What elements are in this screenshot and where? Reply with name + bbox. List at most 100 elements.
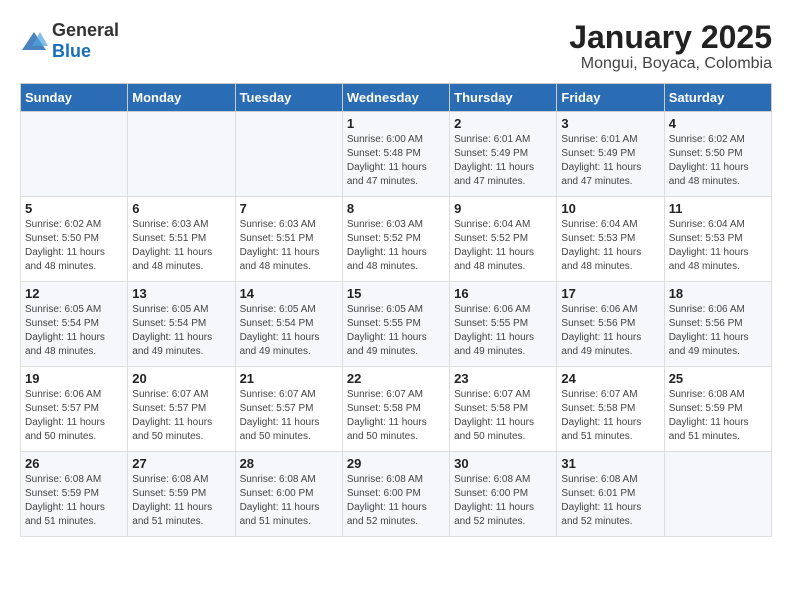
day-info: Sunrise: 6:06 AM Sunset: 5:56 PM Dayligh… [561, 303, 659, 359]
day-number: 26 [25, 456, 123, 471]
day-info: Sunrise: 6:08 AM Sunset: 6:00 PM Dayligh… [347, 473, 445, 529]
title-block: January 2025 Mongui, Boyaca, Colombia [569, 20, 772, 73]
calendar-day-25: 25Sunrise: 6:08 AM Sunset: 5:59 PM Dayli… [664, 367, 771, 452]
calendar-title: January 2025 [569, 20, 772, 55]
calendar-day-28: 28 Sunrise: 6:08 AM Sunset: 6:00 PM Dayli… [235, 452, 342, 537]
day-number: 4 [669, 116, 767, 131]
calendar-week-row: 19 Sunrise: 6:06 AM Sunset: 5:57 PM Dayli… [21, 367, 772, 452]
day-info: Sunrise: 6:05 AM Sunset: 5:54 PM Dayligh… [240, 303, 338, 359]
calendar-day-18: 18 Sunrise: 6:06 AM Sunset: 5:56 PM Dayli… [664, 282, 771, 367]
calendar-day-3: 3 Sunrise: 6:01 AM Sunset: 5:49 PM Daylig… [557, 112, 664, 197]
day-info: Sunrise: 6:06 AM Sunset: 5:55 PM Dayligh… [454, 303, 552, 359]
day-number: 9 [454, 201, 552, 216]
day-info: Sunrise: 6:07 AM Sunset: 5:58 PM Dayligh… [454, 388, 552, 444]
day-number: 29 [347, 456, 445, 471]
calendar-day-12: 12 Sunrise: 6:05 AM Sunset: 5:54 PM Dayli… [21, 282, 128, 367]
calendar-day-14: 14 Sunrise: 6:05 AM Sunset: 5:54 PM Dayli… [235, 282, 342, 367]
day-number: 24 [561, 371, 659, 386]
calendar-empty-cell [235, 112, 342, 197]
day-number: 7 [240, 201, 338, 216]
day-number: 3 [561, 116, 659, 131]
day-info: Sunrise: 6:05 AM Sunset: 5:55 PM Dayligh… [347, 303, 445, 359]
logo-text: General Blue [52, 20, 119, 62]
day-number: 28 [240, 456, 338, 471]
day-info: Sunrise: 6:02 AM Sunset: 5:50 PM Dayligh… [25, 218, 123, 274]
day-number: 25 [669, 371, 767, 386]
header-tuesday: Tuesday [235, 84, 342, 112]
calendar-day-7: 7 Sunrise: 6:03 AM Sunset: 5:51 PM Daylig… [235, 197, 342, 282]
header-thursday: Thursday [450, 84, 557, 112]
day-number: 1 [347, 116, 445, 131]
calendar-day-30: 30 Sunrise: 6:08 AM Sunset: 6:00 PM Dayli… [450, 452, 557, 537]
day-number: 15 [347, 286, 445, 301]
calendar-empty-cell [21, 112, 128, 197]
calendar-day-31: 31 Sunrise: 6:08 AM Sunset: 6:01 PM Dayli… [557, 452, 664, 537]
calendar-day-6: 6 Sunrise: 6:03 AM Sunset: 5:51 PM Daylig… [128, 197, 235, 282]
day-info: Sunrise: 6:07 AM Sunset: 5:58 PM Dayligh… [561, 388, 659, 444]
day-info: Sunrise: 6:03 AM Sunset: 5:51 PM Dayligh… [240, 218, 338, 274]
day-info: Sunrise: 6:03 AM Sunset: 5:51 PM Dayligh… [132, 218, 230, 274]
day-info: Sunrise: 6:04 AM Sunset: 5:52 PM Dayligh… [454, 218, 552, 274]
calendar-day-16: 16Sunrise: 6:06 AM Sunset: 5:55 PM Dayli… [450, 282, 557, 367]
day-number: 5 [25, 201, 123, 216]
day-number: 2 [454, 116, 552, 131]
calendar-day-20: 20 Sunrise: 6:07 AM Sunset: 5:57 PM Dayli… [128, 367, 235, 452]
calendar-day-24: 24 Sunrise: 6:07 AM Sunset: 5:58 PM Dayli… [557, 367, 664, 452]
calendar-week-row: 12 Sunrise: 6:05 AM Sunset: 5:54 PM Dayli… [21, 282, 772, 367]
day-info: Sunrise: 6:07 AM Sunset: 5:57 PM Dayligh… [132, 388, 230, 444]
calendar-day-26: 26Sunrise: 6:08 AM Sunset: 5:59 PM Dayli… [21, 452, 128, 537]
day-number: 23 [454, 371, 552, 386]
day-info: Sunrise: 6:08 AM Sunset: 6:01 PM Dayligh… [561, 473, 659, 529]
day-info: Sunrise: 6:02 AM Sunset: 5:50 PM Dayligh… [669, 133, 767, 189]
day-info: Sunrise: 6:00 AM Sunset: 5:48 PM Dayligh… [347, 133, 445, 189]
calendar-week-row: 1 Sunrise: 6:00 AM Sunset: 5:48 PM Daylig… [21, 112, 772, 197]
calendar-week-row: 5 Sunrise: 6:02 AM Sunset: 5:50 PM Daylig… [21, 197, 772, 282]
calendar-day-29: 29 Sunrise: 6:08 AM Sunset: 6:00 PM Dayli… [342, 452, 449, 537]
calendar-day-15: 15 Sunrise: 6:05 AM Sunset: 5:55 PM Dayli… [342, 282, 449, 367]
day-number: 14 [240, 286, 338, 301]
day-info: Sunrise: 6:08 AM Sunset: 6:00 PM Dayligh… [240, 473, 338, 529]
page-header: General Blue January 2025 Mongui, Boyaca… [20, 20, 772, 73]
calendar-day-4: 4 Sunrise: 6:02 AM Sunset: 5:50 PM Daylig… [664, 112, 771, 197]
header-monday: Monday [128, 84, 235, 112]
calendar-subtitle: Mongui, Boyaca, Colombia [569, 55, 772, 73]
calendar-empty-cell [128, 112, 235, 197]
day-info: Sunrise: 6:07 AM Sunset: 5:57 PM Dayligh… [240, 388, 338, 444]
calendar-day-17: 17Sunrise: 6:06 AM Sunset: 5:56 PM Dayli… [557, 282, 664, 367]
day-number: 31 [561, 456, 659, 471]
calendar-day-10: 10Sunrise: 6:04 AM Sunset: 5:53 PM Dayli… [557, 197, 664, 282]
day-number: 18 [669, 286, 767, 301]
day-info: Sunrise: 6:08 AM Sunset: 6:00 PM Dayligh… [454, 473, 552, 529]
day-number: 21 [240, 371, 338, 386]
calendar-day-5: 5 Sunrise: 6:02 AM Sunset: 5:50 PM Daylig… [21, 197, 128, 282]
day-info: Sunrise: 6:06 AM Sunset: 5:56 PM Dayligh… [669, 303, 767, 359]
logo: General Blue [20, 20, 119, 62]
day-info: Sunrise: 6:07 AM Sunset: 5:58 PM Dayligh… [347, 388, 445, 444]
calendar-day-9: 9 Sunrise: 6:04 AM Sunset: 5:52 PM Daylig… [450, 197, 557, 282]
day-number: 30 [454, 456, 552, 471]
calendar-day-22: 22 Sunrise: 6:07 AM Sunset: 5:58 PM Dayli… [342, 367, 449, 452]
header-sunday: Sunday [21, 84, 128, 112]
logo-blue: Blue [52, 41, 91, 61]
logo-general: General [52, 20, 119, 40]
day-info: Sunrise: 6:05 AM Sunset: 5:54 PM Dayligh… [132, 303, 230, 359]
day-info: Sunrise: 6:04 AM Sunset: 5:53 PM Dayligh… [669, 218, 767, 274]
calendar-day-23: 23 Sunrise: 6:07 AM Sunset: 5:58 PM Dayli… [450, 367, 557, 452]
day-info: Sunrise: 6:04 AM Sunset: 5:53 PM Dayligh… [561, 218, 659, 274]
day-number: 20 [132, 371, 230, 386]
calendar-week-row: 26Sunrise: 6:08 AM Sunset: 5:59 PM Dayli… [21, 452, 772, 537]
calendar-header-row: SundayMondayTuesdayWednesdayThursdayFrid… [21, 84, 772, 112]
day-number: 12 [25, 286, 123, 301]
day-info: Sunrise: 6:05 AM Sunset: 5:54 PM Dayligh… [25, 303, 123, 359]
day-number: 19 [25, 371, 123, 386]
calendar-day-19: 19 Sunrise: 6:06 AM Sunset: 5:57 PM Dayli… [21, 367, 128, 452]
calendar-day-2: 2Sunrise: 6:01 AM Sunset: 5:49 PM Daylig… [450, 112, 557, 197]
day-info: Sunrise: 6:06 AM Sunset: 5:57 PM Dayligh… [25, 388, 123, 444]
calendar-day-8: 8Sunrise: 6:03 AM Sunset: 5:52 PM Daylig… [342, 197, 449, 282]
header-saturday: Saturday [664, 84, 771, 112]
calendar-day-13: 13Sunrise: 6:05 AM Sunset: 5:54 PM Dayli… [128, 282, 235, 367]
day-number: 22 [347, 371, 445, 386]
day-info: Sunrise: 6:01 AM Sunset: 5:49 PM Dayligh… [561, 133, 659, 189]
day-number: 6 [132, 201, 230, 216]
day-number: 11 [669, 201, 767, 216]
